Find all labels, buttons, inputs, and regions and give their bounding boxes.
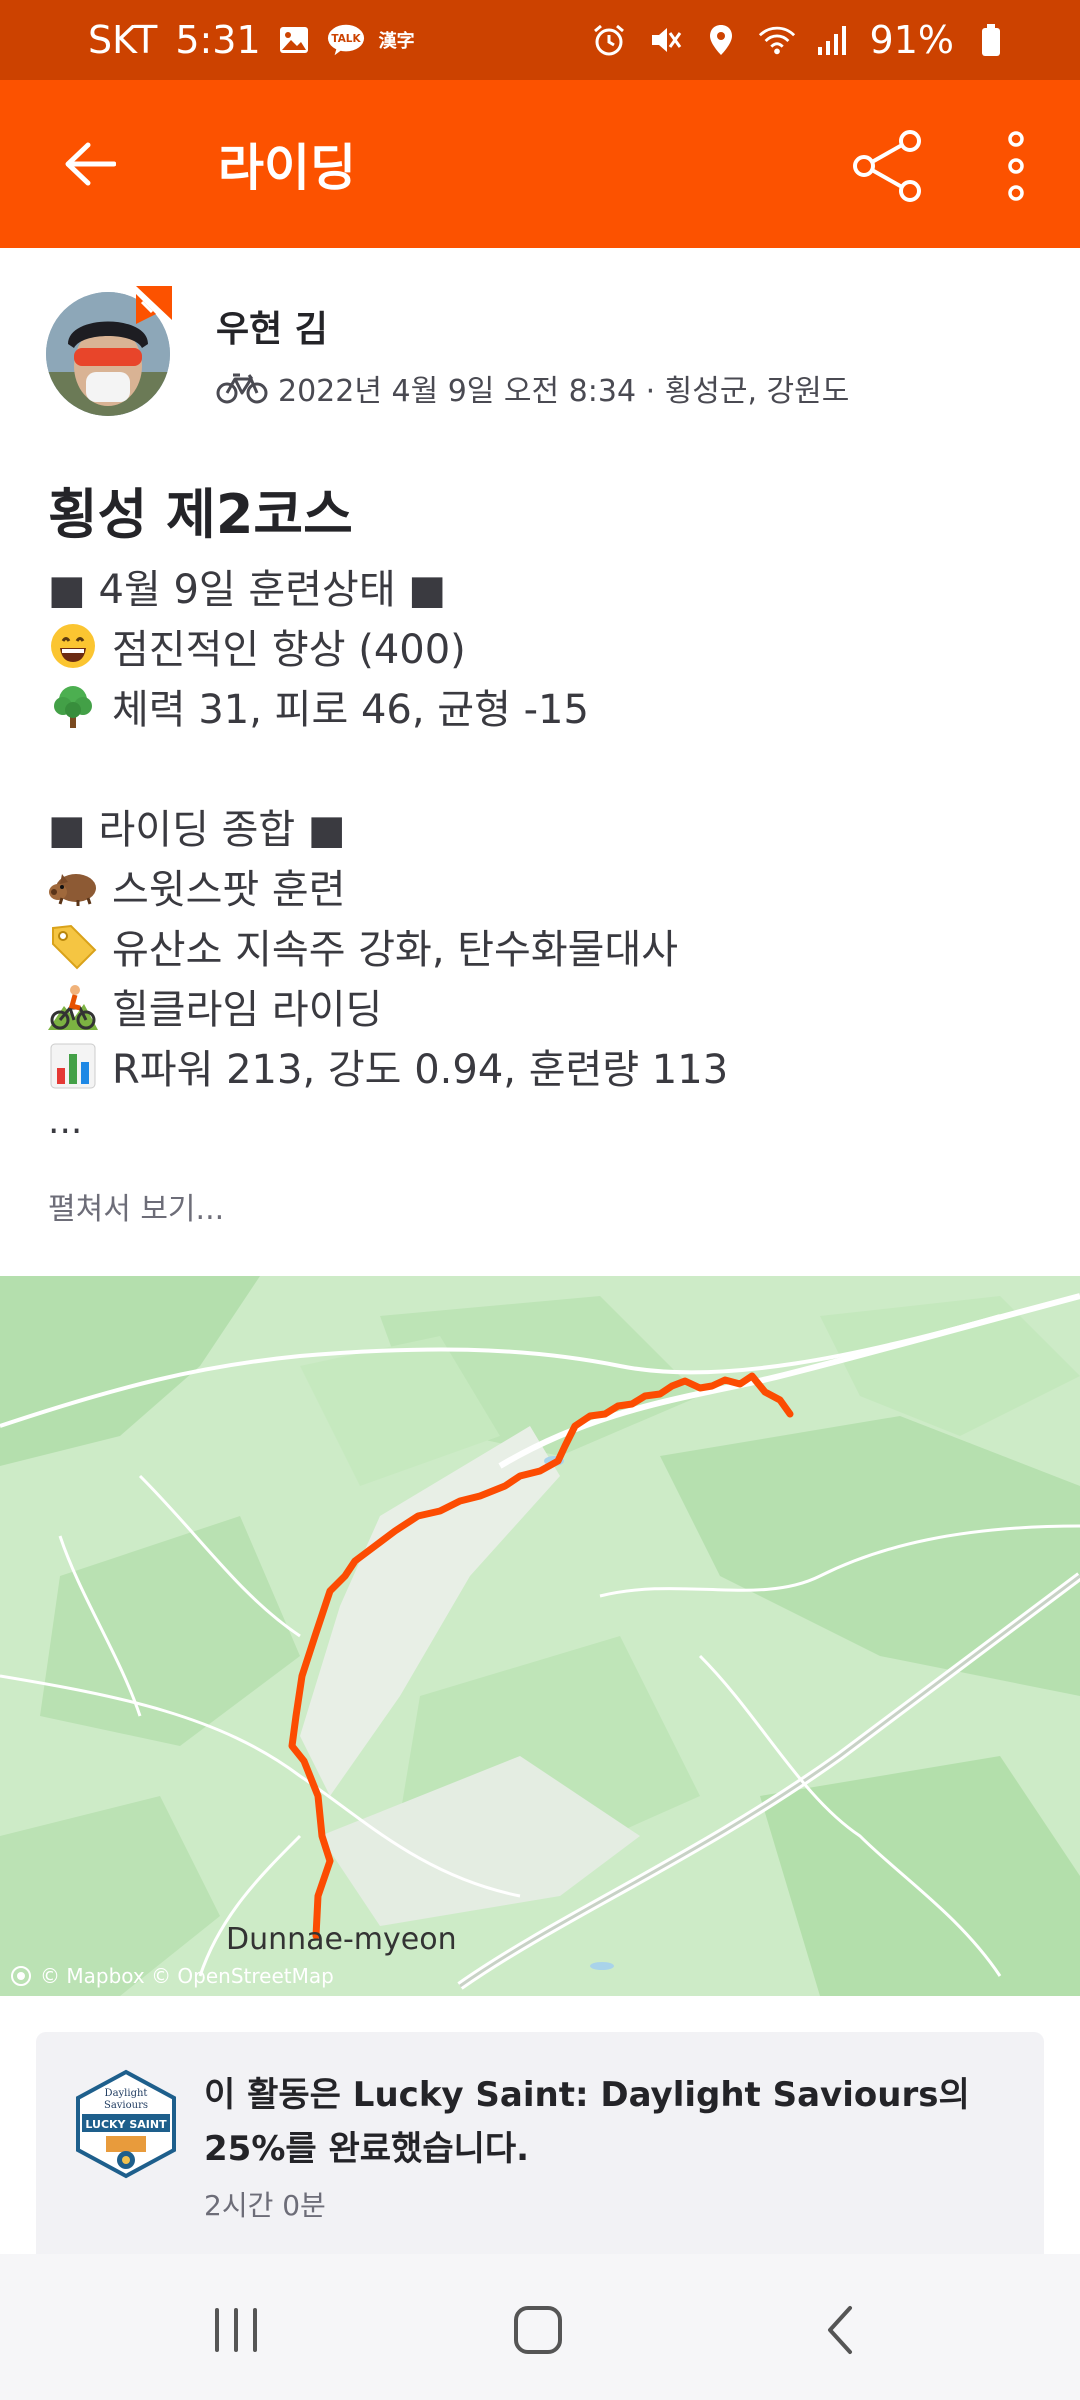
home-icon [514, 2306, 562, 2354]
description-line: ■ 라이딩 종합 ■ [48, 796, 1038, 856]
description-line: R파워 213, 강도 0.94, 훈련량 113 [48, 1036, 1038, 1096]
activity-meta: 2022년 4월 9일 오전 8:34 · 횡성군, 강원도 [216, 366, 849, 410]
map-place-label: Dunnae-myeon [226, 1922, 457, 1957]
description-text: 유산소 지속주 강화, 탄수화물대사 [112, 927, 679, 973]
attribution-text: © Mapbox © OpenStreetMap [40, 1964, 334, 1988]
boar-icon [48, 861, 98, 911]
back-arrow-icon [65, 142, 116, 186]
activity-meta-text: 2022년 4월 9일 오전 8:34 · 횡성군, 강원도 [278, 374, 850, 409]
description-text: 체력 31, 피로 46, 균형 -15 [112, 687, 589, 733]
recent-apps-icon [215, 2308, 257, 2352]
wifi-icon [758, 21, 796, 59]
expand-description-link[interactable]: 펼쳐서 보기... [48, 1184, 224, 1228]
home-button[interactable] [488, 2280, 588, 2380]
tag-icon [48, 921, 98, 971]
subscriber-badge-icon [132, 284, 176, 328]
badge-mid-text: Saviours [104, 2100, 148, 2111]
activity-description: ■ 4월 9일 훈련상태 ■ 점진적인 향상 (400) 체력 31, 피로 4… [48, 556, 1038, 1146]
page-title: 라이딩 [218, 139, 356, 197]
alarm-icon [590, 21, 628, 59]
location-icon [702, 21, 740, 59]
description-line: 스윗스팟 훈련 [48, 856, 1038, 916]
description-blank-line [48, 736, 1038, 796]
challenge-time: 2시간 0분 [204, 2189, 326, 2222]
gallery-icon [275, 21, 313, 59]
talk-label: TALK [331, 33, 361, 45]
map-attribution[interactable]: © Mapbox © OpenStreetMap [10, 1964, 334, 1988]
description-line: 힐클라임 라이딩 [48, 976, 1038, 1036]
bicycle-icon [216, 373, 268, 404]
athlete-name[interactable]: 우현 김 [216, 300, 328, 352]
description-text: 스윗스팟 훈련 [112, 867, 346, 913]
back-button[interactable] [50, 124, 130, 204]
mountain-biker-icon [48, 981, 98, 1031]
more-options-button[interactable] [986, 124, 1046, 208]
status-bar: SKT 5:31 TALK 漢字 91% [0, 0, 1080, 80]
share-button[interactable] [846, 124, 930, 208]
description-line: 체력 31, 피로 46, 균형 -15 [48, 676, 1038, 736]
back-icon [828, 2306, 852, 2354]
route-map[interactable]: Dunnae-myeon © Mapbox © OpenStreetMap [0, 1276, 1080, 1996]
more-vert-icon [1008, 131, 1024, 201]
badge-name-text: LUCKY SAINT [85, 2118, 167, 2131]
description-text: ■ 라이딩 종합 ■ [48, 807, 346, 853]
time-label: 5:31 [175, 18, 261, 62]
tree-icon [48, 681, 98, 731]
description-text: 점진적인 향상 (400) [112, 627, 466, 673]
nav-back-button[interactable] [790, 2280, 890, 2380]
carrier-label: SKT [88, 18, 158, 62]
description-text: ■ 4월 9일 훈련상태 ■ [48, 567, 447, 613]
battery-icon [972, 21, 1010, 59]
signal-icon [814, 21, 852, 59]
talk-icon: TALK [327, 21, 365, 59]
battery-label: 91% [869, 18, 954, 62]
challenge-badge-icon: Daylight Saviours LUCKY SAINT [70, 2068, 182, 2180]
description-text: 힐클라임 라이딩 [112, 987, 383, 1033]
challenge-text: 이 활동은 Lucky Saint: Daylight Saviours의 25… [204, 2075, 970, 2169]
description-ellipsis: ... [48, 1100, 83, 1142]
share-icon [853, 130, 921, 202]
bar-chart-icon [48, 1041, 98, 1091]
description-line: 점진적인 향상 (400) [48, 616, 1038, 676]
hanja-icon: 漢字 [378, 31, 415, 52]
system-nav-bar [0, 2254, 1080, 2400]
description-text: R파워 213, 강도 0.94, 훈련량 113 [112, 1047, 729, 1093]
mute-icon [646, 21, 684, 59]
app-bar: 라이딩 [0, 80, 1080, 248]
activity-title: 횡성 제2코스 [48, 483, 353, 546]
description-line: ■ 4월 9일 훈련상태 ■ [48, 556, 1038, 616]
recent-apps-button[interactable] [186, 2280, 286, 2380]
badge-top-text: Daylight [105, 2088, 148, 2099]
mapbox-logo-icon [11, 1966, 31, 1986]
grinning-face-icon [48, 621, 98, 671]
description-line: 유산소 지속주 강화, 탄수화물대사 [48, 916, 1038, 976]
